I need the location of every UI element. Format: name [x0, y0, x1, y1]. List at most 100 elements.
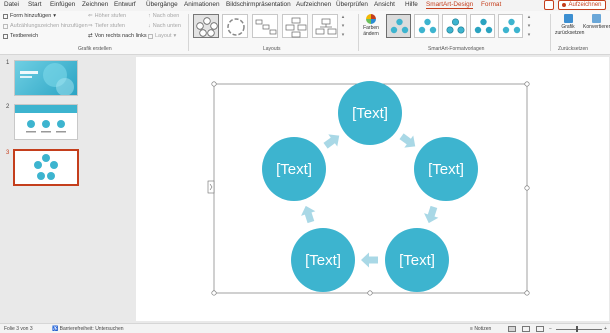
smartart-node[interactable]: [Text]: [262, 137, 326, 201]
slide-thumbnail-2[interactable]: [14, 104, 78, 140]
style-dots-icon: [446, 18, 465, 34]
tab-animationen[interactable]: Animationen: [184, 1, 220, 8]
add-bullet-button[interactable]: Aufzählungszeichen hinzufügen: [3, 23, 88, 29]
right-to-left-label: Von rechts nach links: [94, 33, 147, 39]
smartart-node-text[interactable]: [Text]: [399, 252, 435, 269]
layout-thumb-cycle[interactable]: [193, 14, 219, 38]
layout-button[interactable]: Layout ▾: [148, 33, 176, 39]
zoom-slider-knob[interactable]: [576, 326, 578, 332]
add-shape-icon: [3, 13, 8, 19]
tab-uebergaenge[interactable]: Übergänge: [146, 1, 178, 8]
tab-zeichnen[interactable]: Zeichnen: [82, 1, 108, 8]
text-pane-toggle[interactable]: [207, 180, 215, 194]
tab-ansicht[interactable]: Ansicht: [374, 1, 395, 8]
smartart-arrow: [301, 205, 316, 224]
smartart-style-2[interactable]: [414, 14, 439, 38]
smartart-node-text[interactable]: [Text]: [428, 161, 464, 178]
smartart-style-5[interactable]: [498, 14, 523, 38]
tab-start[interactable]: Start: [28, 1, 42, 8]
add-shape-button[interactable]: Form hinzufügen ▾: [3, 13, 56, 19]
layout-icon: [148, 33, 153, 39]
accessibility-icon: ♿: [52, 326, 60, 332]
palette-icon: [366, 14, 376, 24]
chevron-down-icon: ▾: [53, 13, 57, 19]
zoom-slider[interactable]: [556, 329, 602, 330]
comment-icon[interactable]: [544, 0, 554, 10]
separator: [188, 14, 189, 51]
reset-graphic-button[interactable]: Grafik zurücksetzen: [555, 14, 584, 36]
layout-thumb-hierarchy[interactable]: [312, 14, 338, 38]
tab-ueberpruefen[interactable]: Überprüfen: [336, 1, 368, 8]
reading-view-icon[interactable]: [536, 326, 544, 332]
record-button[interactable]: Aufzeichnen: [558, 0, 606, 10]
change-colors-button[interactable]: Farben ändern: [362, 14, 380, 37]
accessibility-label: Barrierefreiheit: Untersuchen: [59, 326, 124, 332]
right-to-left-button[interactable]: ⇄ Von rechts nach links: [88, 33, 147, 39]
convert-button[interactable]: Konvertieren: [583, 14, 610, 30]
separator: [358, 14, 359, 51]
status-bar: Folie 3 von 3 ♿ Barrierefreiheit: Unters…: [0, 323, 610, 333]
style-gallery-scroll[interactable]: ▴ ▾ ▾: [526, 14, 532, 38]
move-up-button[interactable]: ↑ Nach oben: [148, 13, 179, 19]
smartart-node-text[interactable]: [Text]: [352, 105, 388, 122]
style-dots-icon: [502, 18, 521, 34]
layout-thumb-process[interactable]: [252, 14, 278, 38]
slide-sorter-icon[interactable]: [522, 326, 530, 332]
text-pane-button[interactable]: Textbereich: [3, 33, 38, 39]
smartart-style-1[interactable]: [386, 14, 411, 38]
style-dots-icon: [418, 18, 437, 34]
slide-thumbnail-1[interactable]: [14, 60, 78, 96]
normal-view-icon[interactable]: [508, 326, 516, 332]
slide-1-preview: [20, 63, 74, 95]
smartart-arrow: [424, 205, 439, 224]
text-pane-label: Textbereich: [10, 33, 39, 39]
promote-label: Höher stufen: [94, 13, 127, 19]
tab-datei[interactable]: Datei: [4, 1, 19, 8]
layout-label: Layout: [155, 33, 172, 39]
layout-cycle-icon: [196, 17, 218, 37]
style-dots-icon: [474, 18, 493, 34]
smartart-node[interactable]: [Text]: [291, 228, 355, 292]
add-bullet-label: Aufzählungszeichen hinzufügen: [10, 23, 88, 29]
smartart-node[interactable]: [Text]: [414, 137, 478, 201]
move-up-label: Nach oben: [152, 13, 180, 19]
tab-aufzeichnen[interactable]: Aufzeichnen: [296, 1, 331, 8]
layout-thumb-blocks[interactable]: [282, 14, 308, 38]
tab-einfuegen[interactable]: Einfügen: [50, 1, 75, 8]
smartart-style-3[interactable]: [442, 14, 467, 38]
slide-3-preview: [34, 154, 58, 180]
arrow-left-icon: ⇐: [88, 13, 93, 19]
smartart-node-text[interactable]: [Text]: [276, 161, 312, 178]
tab-format[interactable]: Format: [481, 1, 501, 8]
slide-2-preview: [15, 105, 77, 133]
layout-gallery-scroll[interactable]: ▴ ▾ ▾: [340, 14, 346, 38]
slide-thumbnail-3[interactable]: [13, 149, 79, 186]
zoom-in-icon[interactable]: +: [604, 326, 607, 332]
slide-canvas[interactable]: [Text] [Text] [Text] [Text] [Text]: [136, 57, 609, 321]
tab-smartart-design[interactable]: SmartArt-Design: [426, 1, 474, 9]
tab-bildschirmpraesentation[interactable]: Bildschirmpräsentation: [226, 1, 291, 8]
demote-button[interactable]: ⇒ Tiefer stufen: [88, 23, 125, 29]
style-dots-icon: [390, 18, 409, 34]
chevron-down-icon: ▾: [341, 23, 345, 29]
notes-button[interactable]: ≡ Notizen: [470, 326, 491, 332]
layout-hierarchy-icon: [315, 18, 337, 35]
more-icon: ▾: [341, 32, 345, 38]
swap-icon: ⇄: [88, 33, 93, 39]
ribbon: Form hinzufügen ▾ Aufzählungszeichen hinz…: [0, 11, 610, 55]
group-label-layouts: Layouts: [263, 46, 281, 52]
smartart-node[interactable]: [Text]: [385, 228, 449, 292]
smartart-node[interactable]: [Text]: [338, 81, 402, 145]
zoom-out-icon[interactable]: −: [549, 326, 552, 332]
move-down-button[interactable]: ↓ Nach unten: [148, 23, 181, 29]
tab-hilfe[interactable]: Hilfe: [405, 1, 418, 8]
smartart-node-text[interactable]: [Text]: [305, 252, 341, 269]
layout-thumb-ring[interactable]: [222, 14, 248, 38]
arrow-down-icon: ↓: [148, 23, 151, 29]
smartart-arrow: [323, 134, 340, 149]
smartart-graphic[interactable]: [Text] [Text] [Text] [Text] [Text]: [136, 57, 609, 321]
tab-entwurf[interactable]: Entwurf: [114, 1, 136, 8]
promote-button[interactable]: ⇐ Höher stufen: [88, 13, 126, 19]
accessibility-status[interactable]: ♿ Barrierefreiheit: Untersuchen: [52, 326, 124, 332]
smartart-style-4[interactable]: [470, 14, 495, 38]
